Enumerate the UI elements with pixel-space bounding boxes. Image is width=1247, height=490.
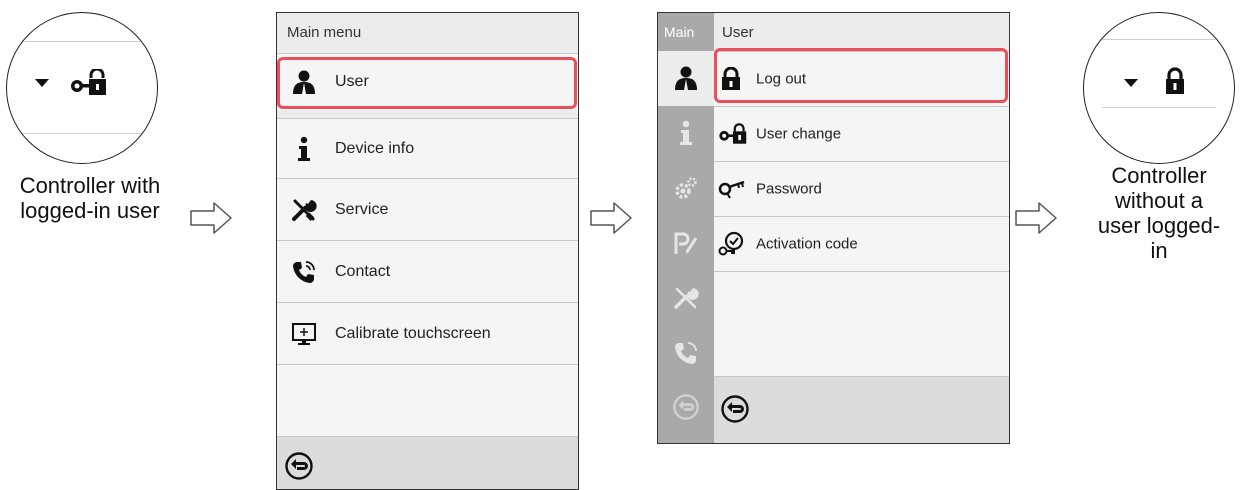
tools-icon xyxy=(292,199,317,221)
caption-line: logged-in user xyxy=(20,198,160,223)
logged-out-magnifier xyxy=(1083,12,1235,164)
key-icon xyxy=(718,180,745,199)
unlocked-lock-icon xyxy=(71,69,106,95)
activation-code-icon xyxy=(718,231,744,256)
caption-line: Controller xyxy=(1111,163,1207,188)
menu-item-label: Password xyxy=(756,180,822,198)
divider xyxy=(1084,39,1234,40)
menu-item-label: Calibrate touchscreen xyxy=(335,324,491,342)
divider xyxy=(7,133,157,134)
lock-icon xyxy=(1166,67,1184,94)
arrow-right-icon xyxy=(1015,202,1057,234)
touchscreen-icon xyxy=(292,322,316,345)
user-menu-screen: Main User Log out User change Password A… xyxy=(657,12,1010,444)
highlight-user xyxy=(277,57,577,109)
menu-item-label: Contact xyxy=(335,262,391,280)
arrow-right-icon xyxy=(590,202,632,234)
info-icon xyxy=(298,136,310,161)
sidebar-title: Main xyxy=(664,24,695,40)
main-sidebar: Main xyxy=(658,13,714,443)
phone-icon xyxy=(675,342,697,364)
sidebar-item-contact[interactable] xyxy=(658,326,714,381)
user-icon xyxy=(675,66,697,90)
menu-item-label: Device info xyxy=(335,139,415,157)
menu-item-activation-code[interactable]: Activation code xyxy=(714,216,1009,271)
chevron-down-icon xyxy=(35,79,49,87)
sidebar-item-device-info[interactable] xyxy=(658,106,714,161)
highlight-log-out xyxy=(714,48,1008,103)
user-change-icon xyxy=(719,123,747,144)
caption-logged-out: Controller without a user logged- in xyxy=(1070,163,1247,263)
chevron-down-icon xyxy=(1124,79,1138,87)
arrow-right-icon xyxy=(190,202,232,234)
menu-item-label: Service xyxy=(335,200,389,218)
phone-icon xyxy=(293,260,315,283)
menu-empty-area xyxy=(277,364,578,436)
back-icon xyxy=(673,394,699,420)
page-title: Main menu xyxy=(287,24,362,41)
menu-item-label: User change xyxy=(756,125,842,143)
menu-item-contact[interactable]: Contact xyxy=(277,240,578,302)
sidebar-item-settings[interactable] xyxy=(658,161,714,216)
logged-in-magnifier xyxy=(6,12,158,164)
menu-item-label: Activation code xyxy=(756,235,858,253)
menu-item-service[interactable]: Service xyxy=(277,178,578,240)
caption-logged-in: Controller with logged-in user xyxy=(2,173,178,223)
back-icon[interactable] xyxy=(284,451,314,481)
caption-line: without a xyxy=(1114,188,1204,213)
main-menu-screen: Main menu User Device info Service Conta… xyxy=(276,12,579,490)
divider xyxy=(1102,107,1216,108)
screen-header: User xyxy=(714,13,1009,51)
screen-header: Main menu xyxy=(277,13,578,51)
screen-footer xyxy=(277,436,578,489)
screen-footer xyxy=(714,376,1009,443)
page-title: User xyxy=(722,24,754,41)
caption-line: user logged- xyxy=(1097,213,1221,238)
user-panel: User Log out User change Password Activa… xyxy=(714,13,1009,443)
settings-icon xyxy=(675,177,697,199)
program-icon xyxy=(674,232,698,254)
tools-icon xyxy=(674,287,699,309)
sidebar-item-program[interactable] xyxy=(658,216,714,271)
menu-item-device-info[interactable]: Device info xyxy=(277,118,578,178)
sidebar-item-service[interactable] xyxy=(658,271,714,326)
caption-line: in xyxy=(1150,238,1168,263)
menu-item-calibrate-touchscreen[interactable]: Calibrate touchscreen xyxy=(277,302,578,364)
back-icon[interactable] xyxy=(720,394,750,424)
menu-item-password[interactable]: Password xyxy=(714,161,1009,216)
menu-item-user-change[interactable]: User change xyxy=(714,106,1009,161)
sidebar-item-user[interactable] xyxy=(658,51,714,106)
divider xyxy=(7,41,157,42)
caption-line: Controller with xyxy=(19,173,161,198)
menu-empty-area xyxy=(714,271,1009,376)
info-icon xyxy=(680,120,692,145)
